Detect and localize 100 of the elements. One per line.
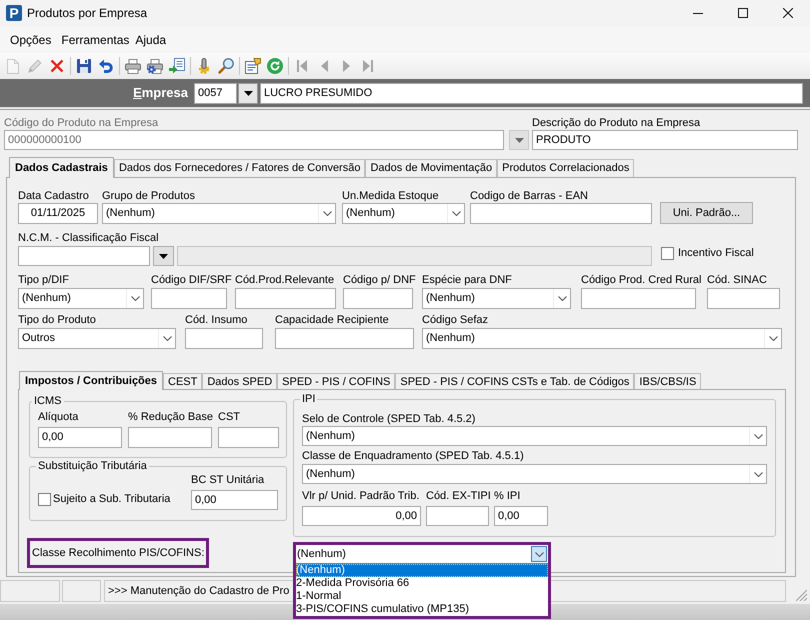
- chevron-down-icon: [130, 296, 140, 301]
- undo-icon: [99, 59, 113, 73]
- field-label: Cód.Prod.Relevante: [235, 274, 334, 287]
- text-field[interactable]: [581, 288, 696, 309]
- combo-box[interactable]: (Nenhum): [422, 288, 571, 309]
- dropdown-option[interactable]: 1-Normal: [296, 590, 548, 603]
- field-label: Un.Medida Estoque: [342, 190, 439, 203]
- text-field[interactable]: [426, 506, 489, 526]
- dropdown-button[interactable]: [153, 246, 174, 266]
- combo-box[interactable]: (Nenhum): [422, 328, 782, 349]
- tab[interactable]: Dados Cadastrais: [9, 157, 114, 178]
- tab[interactable]: SPED - PIS / COFINS: [277, 373, 396, 389]
- printer-gear-icon: [147, 58, 163, 74]
- triangle-right-icon: [342, 60, 350, 72]
- text-field[interactable]: 0,00: [191, 490, 278, 510]
- group-title: ICMS: [33, 395, 62, 408]
- field-label: % IPI: [494, 490, 520, 503]
- combo-box[interactable]: (Nenhum): [18, 288, 144, 309]
- field-label: Selo de Controle (SPED Tab. 4.5.2): [302, 413, 476, 426]
- skip-end-icon: [363, 60, 373, 72]
- refresh-icon: [267, 58, 283, 74]
- dropdown-option[interactable]: 3-PIS/COFINS cumulativo (MP135): [296, 603, 548, 616]
- text-field[interactable]: [185, 328, 263, 349]
- text-field[interactable]: [707, 288, 780, 309]
- text-field[interactable]: [218, 427, 279, 448]
- text-field[interactable]: LUCRO PRESUMIDO: [260, 82, 803, 104]
- text-field[interactable]: [151, 288, 227, 309]
- checkbox[interactable]: [38, 493, 51, 506]
- refresh-button[interactable]: [264, 55, 286, 77]
- app-logo: P: [6, 5, 22, 21]
- field-label: Empresa: [133, 84, 188, 102]
- tab[interactable]: Dados dos Fornecedores / Fatores de Conversão: [114, 159, 366, 177]
- chevron-down-icon: [534, 552, 544, 556]
- text-field[interactable]: [275, 328, 414, 349]
- status-panel: [0, 580, 60, 602]
- text-field[interactable]: [177, 246, 652, 266]
- triangle-down-icon: [244, 90, 252, 96]
- combo-box[interactable]: (Nenhum): [302, 464, 767, 484]
- text-field[interactable]: 0,00: [494, 506, 548, 526]
- field-label: N.C.M. - Classificação Fiscal: [18, 232, 159, 245]
- printer-icon: [125, 58, 141, 74]
- group-title: Substituição Tributária: [37, 460, 148, 473]
- chevron-down-icon: [768, 336, 778, 341]
- combo-box[interactable]: (Nenhum): [296, 545, 548, 563]
- field-label: Codigo de Barras - EAN: [470, 190, 588, 203]
- tab[interactable]: Produtos Correlacionados: [497, 159, 634, 177]
- dropdown-option[interactable]: (Nenhum): [296, 564, 548, 577]
- tab[interactable]: Dados de Movimentação: [365, 159, 498, 177]
- text-field[interactable]: [470, 203, 652, 224]
- field-label: Grupo de Produtos: [102, 190, 195, 203]
- field-label: Vlr p/ Unid. Padrão Trib.: [302, 490, 420, 503]
- gear-knob-icon: [197, 58, 211, 74]
- text-field[interactable]: [235, 288, 336, 309]
- field-label: Data Cadastro: [18, 190, 89, 203]
- tab[interactable]: Impostos / Contribuições: [19, 371, 164, 390]
- status-panel: [62, 580, 101, 602]
- field-label: Cód. SINAC: [707, 274, 767, 287]
- tab[interactable]: SPED - PIS / COFINS CSTs e Tab. de Códigos: [395, 373, 634, 389]
- text-field[interactable]: 0,00: [38, 427, 122, 448]
- checkbox[interactable]: [661, 247, 674, 260]
- text-field[interactable]: PRODUTO: [532, 130, 798, 150]
- field-label: Código Sefaz: [422, 314, 488, 327]
- tab[interactable]: IBS/CBS/IS: [634, 373, 702, 389]
- field-label: Código Prod. Cred Rural: [581, 274, 702, 287]
- dropdown-option[interactable]: 2-Medida Provisória 66: [296, 577, 548, 590]
- menu-item[interactable]: Ajuda: [135, 30, 166, 48]
- chevron-down-icon: [558, 296, 566, 301]
- combo-box[interactable]: Outros: [18, 328, 176, 349]
- pencil-icon: [28, 59, 42, 73]
- text-field[interactable]: 01/11/2025: [18, 203, 98, 224]
- skip-start-icon: [297, 60, 307, 72]
- combo-box[interactable]: (Nenhum): [102, 203, 336, 224]
- document-arrow-icon: [169, 58, 185, 74]
- field-label: % Redução Base: [128, 411, 213, 424]
- menu-item[interactable]: Ferramentas: [61, 30, 130, 48]
- text-field[interactable]: [343, 288, 413, 309]
- text-field[interactable]: [18, 246, 150, 266]
- field-label: Espécie para DNF: [422, 274, 512, 287]
- chevron-down-icon: [322, 211, 332, 216]
- menu-item[interactable]: Opções: [10, 30, 52, 48]
- resize-grip-icon[interactable]: [796, 590, 807, 601]
- field-label: BC ST Unitária: [191, 474, 264, 487]
- combo-box[interactable]: (Nenhum): [342, 203, 465, 224]
- checkbox-label: Incentivo Fiscal: [678, 247, 754, 260]
- field-label: Classe de Enquadramento (SPED Tab. 4.5.1): [302, 450, 524, 463]
- combo-box[interactable]: (Nenhum): [302, 426, 767, 446]
- text-field[interactable]: [128, 427, 212, 448]
- chevron-down-icon: [452, 211, 460, 216]
- field-label: Capacidade Recipiente: [275, 314, 389, 327]
- tab[interactable]: Dados SPED: [202, 373, 278, 389]
- text-field[interactable]: 0057: [194, 82, 237, 104]
- dropdown-button[interactable]: [238, 82, 258, 104]
- tab[interactable]: CEST: [163, 373, 202, 389]
- maximize-icon: [738, 8, 748, 18]
- minimize-icon: [692, 12, 702, 14]
- triangle-down-icon: [159, 254, 168, 258]
- default-unit-button[interactable]: Uni. Padrão...: [660, 202, 753, 224]
- text-field[interactable]: 0,00: [302, 506, 421, 526]
- properties-button[interactable]: [242, 55, 264, 77]
- notepad-icon: [245, 58, 261, 74]
